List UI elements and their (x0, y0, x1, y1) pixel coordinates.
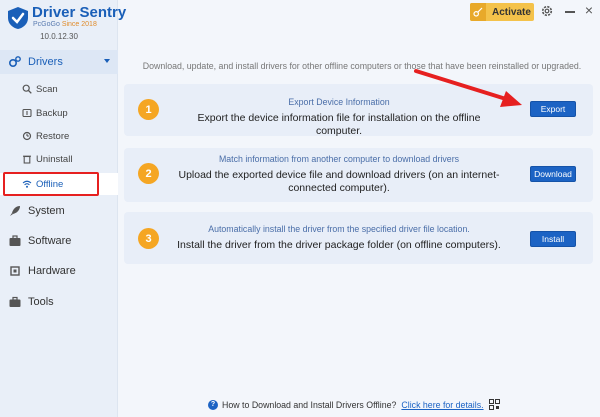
activate-button[interactable]: Activate (470, 3, 534, 21)
shield-logo-icon (8, 7, 28, 29)
step-description: Install the driver from the driver packa… (177, 239, 501, 251)
step-description: Upload the exported device file and down… (178, 169, 500, 194)
step-number-badge: 2 (138, 163, 159, 184)
chevron-down-icon[interactable] (104, 59, 110, 63)
footer-question: How to Download and Install Drivers Offl… (222, 399, 397, 410)
sidebar-item-label: Hardware (28, 265, 76, 277)
restore-icon (22, 131, 32, 141)
scan-icon (22, 84, 32, 94)
brand-since: Since 2018 (61, 21, 97, 28)
sidebar-item-uninstall[interactable]: Uninstall (0, 148, 118, 170)
sidebar-item-label: Uninstall (36, 153, 73, 165)
sidebar-item-software[interactable]: Software (0, 229, 118, 253)
offline-highlight-box (3, 172, 99, 196)
sidebar-item-scan[interactable]: Scan (0, 78, 118, 100)
sidebar-item-label: Scan (36, 83, 58, 95)
sidebar-item-label: Software (28, 235, 72, 247)
step-subtitle: Export Device Information (288, 97, 390, 107)
trash-icon (23, 155, 31, 164)
step-subtitle: Automatically install the driver from th… (208, 224, 470, 234)
footer-help: ? How to Download and Install Drivers Of… (208, 399, 500, 410)
sidebar-item-label: System (28, 205, 65, 217)
export-button[interactable]: Export (530, 101, 576, 117)
brand-name: PcGoGo (33, 21, 60, 28)
app-brand: PcGoGo Since 2018 (33, 21, 97, 28)
close-icon[interactable]: × (582, 3, 596, 17)
briefcase-icon (9, 235, 21, 246)
sidebar-item-label: Backup (36, 107, 68, 119)
qr-code-icon[interactable] (488, 399, 500, 410)
sidebar: Driver Sentry PcGoGo Since 2018 10.0.12.… (0, 0, 126, 417)
step-card-export: 1 Export Device Information Export the d… (124, 84, 593, 137)
sidebar-item-backup[interactable]: Backup (0, 102, 118, 124)
sidebar-item-label: Restore (36, 130, 70, 142)
toolbox-icon (9, 296, 21, 307)
sidebar-item-label: Tools (28, 296, 54, 308)
step-card-install: 3 Automatically install the driver from … (124, 212, 593, 264)
details-link[interactable]: Click here for details. (401, 400, 483, 410)
sidebar-item-system[interactable]: System (0, 199, 118, 223)
rocket-icon (10, 206, 20, 216)
install-button[interactable]: Install (530, 231, 576, 247)
activate-label: Activate (492, 6, 531, 18)
gears-icon (8, 56, 21, 68)
sidebar-item-restore[interactable]: Restore (0, 125, 118, 147)
step-description: Export the device information file for i… (197, 112, 481, 137)
backup-icon (22, 108, 32, 118)
step-number-badge: 1 (138, 99, 159, 120)
app-version: 10.0.12.30 (40, 32, 78, 41)
step-subtitle: Match information from another computer … (218, 154, 460, 164)
download-button[interactable]: Download (530, 166, 576, 182)
key-icon (470, 3, 486, 21)
sidebar-item-label: Drivers (28, 56, 63, 68)
minimize-icon[interactable] (565, 11, 575, 13)
step-card-download: 2 Match information from another compute… (124, 148, 593, 202)
question-icon: ? (208, 399, 218, 410)
chip-icon (10, 266, 20, 276)
intro-text: Download, update, and install drivers fo… (142, 61, 582, 71)
gear-icon[interactable] (540, 4, 554, 18)
sidebar-item-drivers[interactable]: Drivers (0, 50, 118, 74)
sidebar-item-tools[interactable]: Tools (0, 290, 118, 314)
sidebar-item-hardware[interactable]: Hardware (0, 259, 118, 283)
step-number-badge: 3 (138, 228, 159, 249)
app-title: Driver Sentry (32, 4, 127, 21)
